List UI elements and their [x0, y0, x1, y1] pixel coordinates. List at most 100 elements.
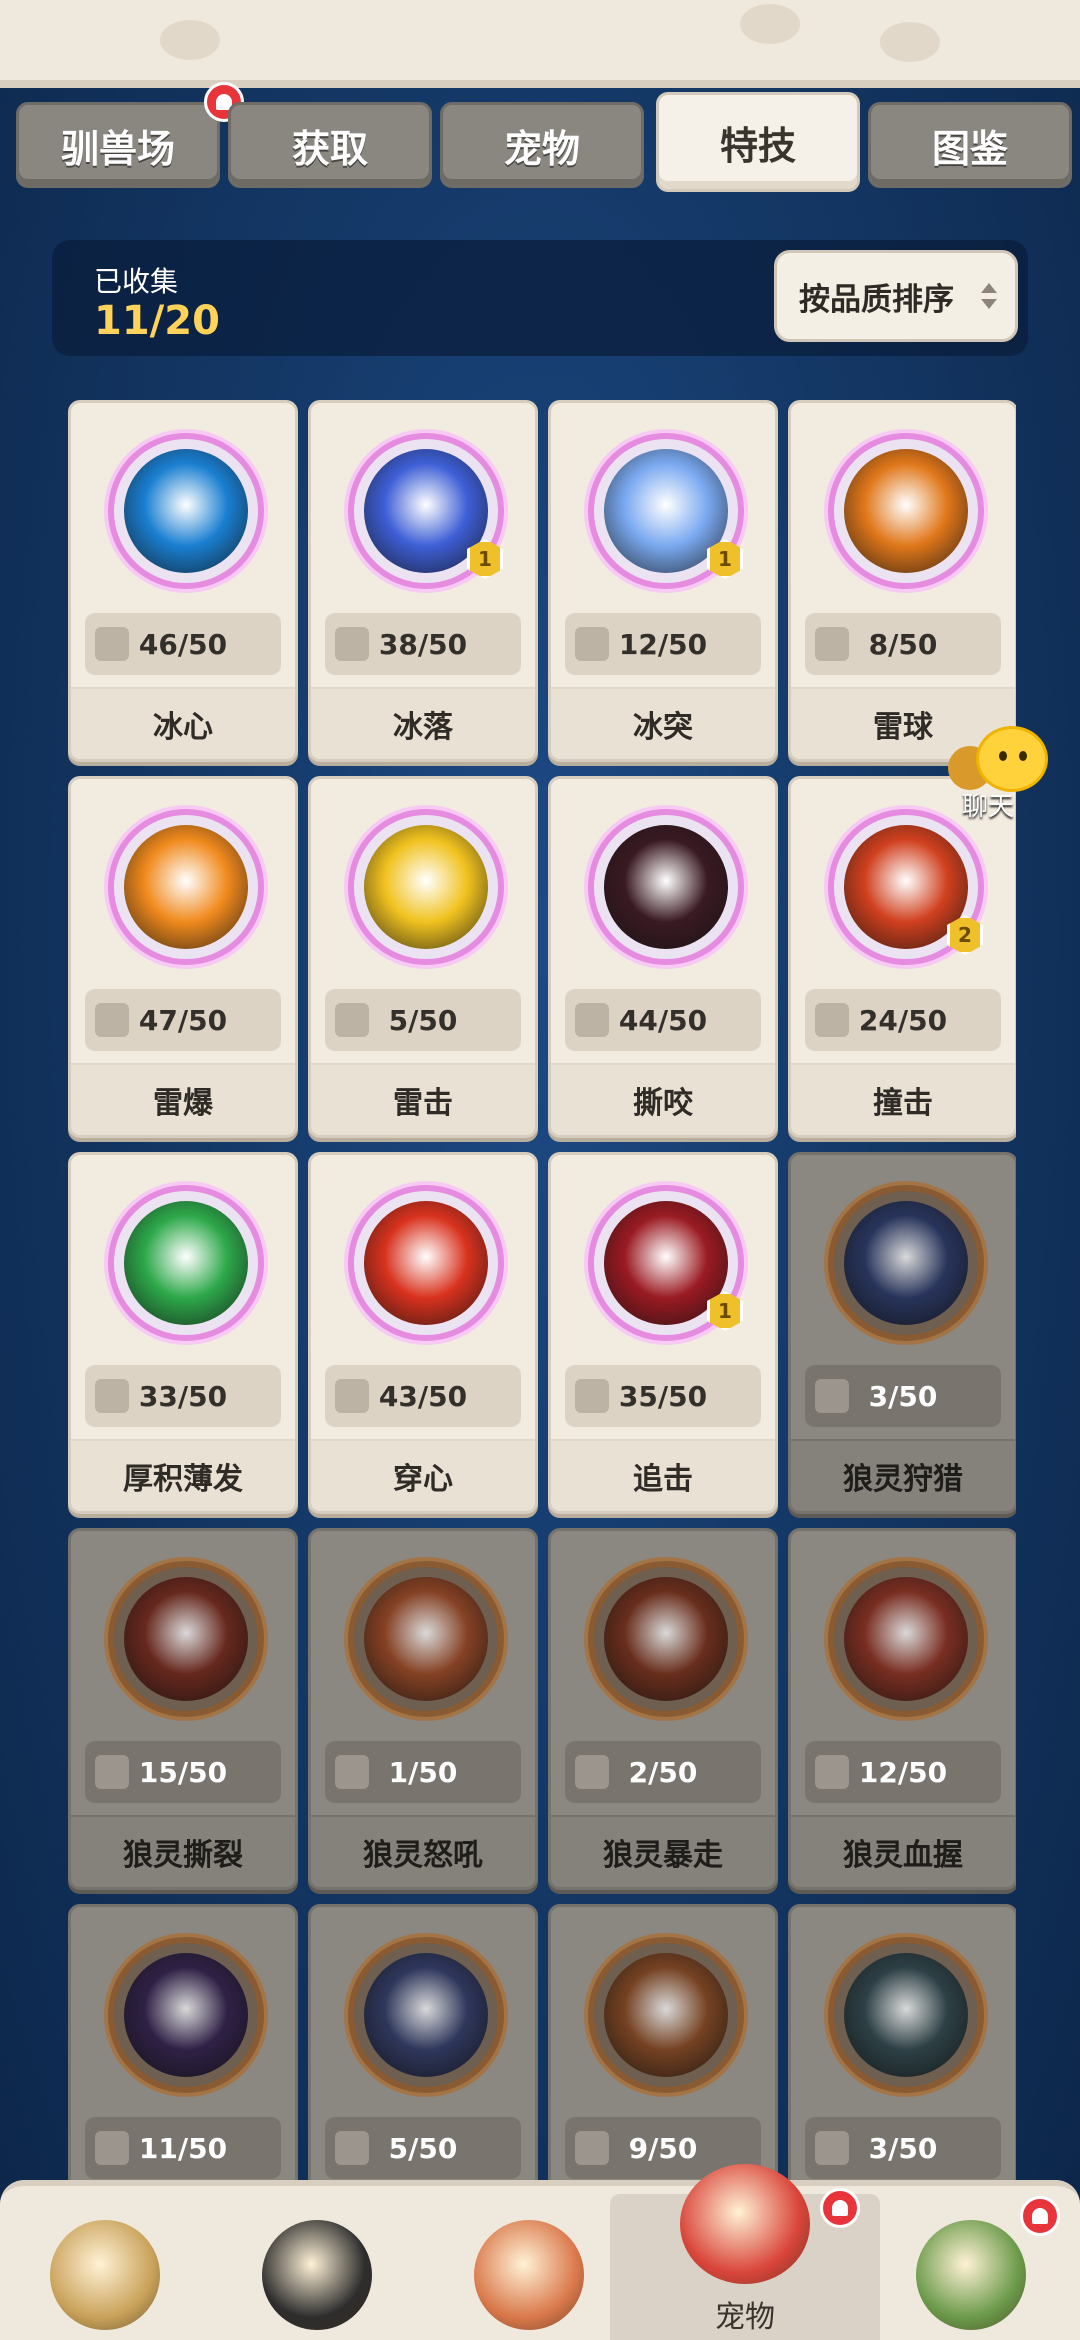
puzzle-piece-icon: [815, 2131, 849, 2165]
skill-card[interactable]: 44/50 撕咬: [548, 776, 778, 1138]
skill-fragment-progress: 44/50: [565, 989, 761, 1051]
progress-text: 1/50: [388, 1755, 458, 1789]
tab-pets[interactable]: 宠物: [440, 102, 644, 188]
skill-card[interactable]: 9/50: [548, 1904, 778, 2180]
skill-fragment-progress: 5/50: [325, 2117, 521, 2179]
skill-name: 狼灵撕裂: [71, 1815, 295, 1887]
skill-card[interactable]: 46/50 冰心: [68, 400, 298, 762]
skill-icon-frame: [588, 1937, 744, 2093]
skill-card[interactable]: 3/50 狼灵狩猎: [788, 1152, 1016, 1514]
puzzle-piece-icon: [335, 1003, 369, 1037]
skill-icon-frame: [108, 1185, 264, 1341]
skill-name: 冰突: [551, 687, 775, 759]
skill-card[interactable]: 8/50 雷球: [788, 400, 1016, 762]
skill-fragment-progress: 5/50: [325, 989, 521, 1051]
skill-card[interactable]: 2/50 狼灵暴走: [548, 1528, 778, 1890]
nav-item[interactable]: 宠物: [610, 2164, 880, 2340]
skill-card[interactable]: 1 38/50 冰落: [308, 400, 538, 762]
nav-item[interactable]: [876, 2196, 1066, 2340]
skill-icon-frame: [588, 1561, 744, 1717]
lightning-strike-icon: [364, 825, 488, 949]
tab-codex[interactable]: 图鉴: [868, 102, 1072, 188]
progress-text: 35/50: [618, 1379, 708, 1413]
skill-grid: 46/50 冰心 1 38/50 冰落 1 12/50 冰突 8/50 雷球 47/50 雷爆 5/50…: [68, 400, 1016, 2180]
collection-bar: 已收集 11/20 按品质排序: [52, 240, 1028, 356]
skill-card[interactable]: 5/50: [308, 1904, 538, 2180]
skill-card[interactable]: 12/50 狼灵血握: [788, 1528, 1016, 1890]
puzzle-piece-icon: [335, 2131, 369, 2165]
skill-card[interactable]: 1/50 狼灵怒吼: [308, 1528, 538, 1890]
fist-punch-icon: [364, 1201, 488, 1325]
skill-icon-frame: [348, 809, 504, 965]
skill-icon-frame: [108, 809, 264, 965]
tab-obtain[interactable]: 获取: [228, 102, 432, 188]
skill-card[interactable]: 3/50: [788, 1904, 1016, 2180]
tab-arena[interactable]: 驯兽场: [16, 102, 220, 188]
skill-card[interactable]: 11/50: [68, 1904, 298, 2180]
bottom-nav: 宠物: [0, 2164, 1080, 2340]
skill-card[interactable]: 33/50 厚积薄发: [68, 1152, 298, 1514]
progress-text: 3/50: [868, 1379, 938, 1413]
hero-totem-icon: [916, 2220, 1026, 2330]
skill-name: 冰落: [311, 687, 535, 759]
skill-card[interactable]: 1 35/50 追击: [548, 1152, 778, 1514]
hero-yak-icon: [50, 2220, 160, 2330]
nav-item[interactable]: [222, 2202, 412, 2340]
dark-star-icon: [124, 1953, 248, 2077]
skill-icon-frame: [828, 1561, 984, 1717]
puzzle-piece-icon: [335, 627, 369, 661]
decoration: [880, 22, 940, 62]
tab-skills[interactable]: 特技: [656, 92, 860, 192]
skill-fragment-progress: 8/50: [805, 613, 1001, 675]
skill-card[interactable]: 2 24/50 撞击: [788, 776, 1016, 1138]
skill-card[interactable]: 15/50 狼灵撕裂: [68, 1528, 298, 1890]
skill-name: 穿心: [311, 1439, 535, 1511]
sort-button[interactable]: 按品质排序: [774, 250, 1018, 342]
puzzle-piece-icon: [575, 627, 609, 661]
thunder-orb-icon: [844, 449, 968, 573]
nav-item[interactable]: [10, 2202, 200, 2340]
skill-name: 撕咬: [551, 1063, 775, 1135]
skill-fragment-progress: 35/50: [565, 1365, 761, 1427]
skill-card[interactable]: 47/50 雷爆: [68, 776, 298, 1138]
puzzle-piece-icon: [95, 627, 129, 661]
progress-text: 24/50: [858, 1003, 948, 1037]
tab-label: 特技: [719, 123, 796, 168]
skill-icon-frame: [348, 1561, 504, 1717]
sort-arrows-icon: [981, 283, 997, 309]
skill-card[interactable]: 5/50 雷击: [308, 776, 538, 1138]
thunder-blast-icon: [124, 825, 248, 949]
skill-icon-frame: [348, 1185, 504, 1341]
skill-name: 雷爆: [71, 1063, 295, 1135]
decoration: [160, 20, 220, 60]
puzzle-piece-icon: [815, 1755, 849, 1789]
hourglass-icon: [124, 1201, 248, 1325]
collection-label: 已收集: [94, 265, 179, 298]
ghost-wolf-icon: [364, 1953, 488, 2077]
puzzle-piece-icon: [95, 1379, 129, 1413]
shadow-beast-icon: [604, 1953, 728, 2077]
puzzle-piece-icon: [335, 1379, 369, 1413]
puzzle-piece-icon: [95, 2131, 129, 2165]
nav-item[interactable]: [434, 2202, 624, 2340]
progress-text: 3/50: [868, 2131, 938, 2165]
bite-jaws-icon: [604, 825, 728, 949]
hero-chief-icon: [474, 2220, 584, 2330]
tab-label: 获取: [291, 126, 368, 171]
skill-icon-frame: [828, 1937, 984, 2093]
skill-fragment-progress: 43/50: [325, 1365, 521, 1427]
chat-button[interactable]: 聊天: [940, 720, 1070, 830]
skill-card[interactable]: 1 12/50 冰突: [548, 400, 778, 762]
skill-icon-frame: [108, 1561, 264, 1717]
tab-bar: 驯兽场 获取 宠物 特技 图鉴: [16, 82, 1072, 192]
progress-text: 33/50: [138, 1379, 228, 1413]
skill-name: 冰心: [71, 687, 295, 759]
skill-card[interactable]: 43/50 穿心: [308, 1152, 538, 1514]
tab-label: 宠物: [503, 126, 580, 171]
skill-icon-frame: [108, 433, 264, 589]
hero-ninja-icon: [262, 2220, 372, 2330]
skill-icon-frame: [348, 1937, 504, 2093]
puzzle-piece-icon: [815, 1379, 849, 1413]
skill-name: 狼灵血握: [791, 1815, 1015, 1887]
skill-name: 狼灵狩猎: [791, 1439, 1015, 1511]
